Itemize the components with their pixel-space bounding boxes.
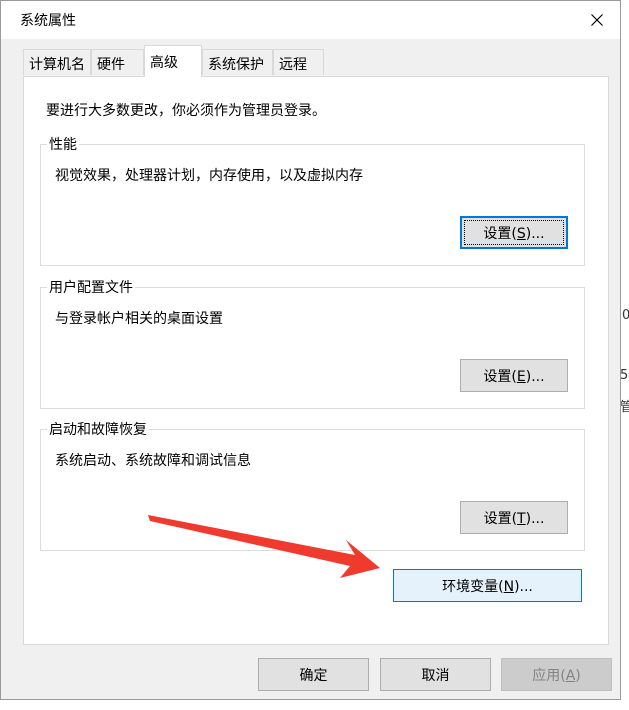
close-button[interactable] [574, 1, 620, 39]
user-profiles-group: 用户配置文件 与登录帐户相关的桌面设置 设置(E)... [40, 277, 585, 409]
window-title: 系统属性 [20, 13, 76, 29]
background-fragment: 54 [620, 368, 629, 383]
startup-recovery-group: 启动和故障恢复 系统启动、系统故障和调试信息 设置(T)... [40, 419, 585, 551]
tab-advanced[interactable]: 高级 [144, 45, 202, 77]
tab-system-protection[interactable]: 系统保护 [202, 49, 273, 75]
environment-variables-button[interactable]: 环境变量(N)... [393, 569, 582, 602]
performance-description: 视觉效果，处理器计划，内存使用，以及虚拟内存 [55, 168, 363, 184]
performance-settings-button[interactable]: 设置(S)... [460, 216, 568, 249]
background-fragment: 0 [622, 308, 629, 323]
cancel-button[interactable]: 取消 [380, 658, 491, 691]
background-window-edge: 0 54 管 [620, 0, 629, 710]
close-icon [591, 14, 603, 26]
startup-recovery-settings-button[interactable]: 设置(T)... [460, 501, 568, 534]
background-fragment: 管 [620, 400, 629, 415]
tab-computer-name[interactable]: 计算机名 [23, 49, 91, 75]
apply-button[interactable]: 应用(A) [501, 658, 612, 691]
system-properties-dialog: 系统属性 计算机名 硬件 高级 系统保护 远程 要进行大多数更改，你必须作为管理… [0, 0, 621, 700]
startup-recovery-group-title: 启动和故障恢复 [47, 419, 149, 439]
ok-button[interactable]: 确定 [258, 658, 369, 691]
advanced-tab-panel: 要进行大多数更改，你必须作为管理员登录。 性能 视觉效果，处理器计划，内存使用，… [23, 76, 609, 645]
performance-group-title: 性能 [47, 134, 79, 154]
admin-notice: 要进行大多数更改，你必须作为管理员登录。 [46, 103, 326, 119]
user-profiles-description: 与登录帐户相关的桌面设置 [55, 311, 223, 327]
tab-remote[interactable]: 远程 [273, 49, 324, 75]
startup-recovery-description: 系统启动、系统故障和调试信息 [55, 453, 251, 469]
tab-hardware[interactable]: 硬件 [91, 49, 144, 75]
title-bar: 系统属性 [1, 1, 620, 39]
user-profiles-group-title: 用户配置文件 [47, 277, 135, 297]
performance-group: 性能 视觉效果，处理器计划，内存使用，以及虚拟内存 设置(S)... [40, 134, 585, 266]
user-profiles-settings-button[interactable]: 设置(E)... [460, 359, 568, 392]
